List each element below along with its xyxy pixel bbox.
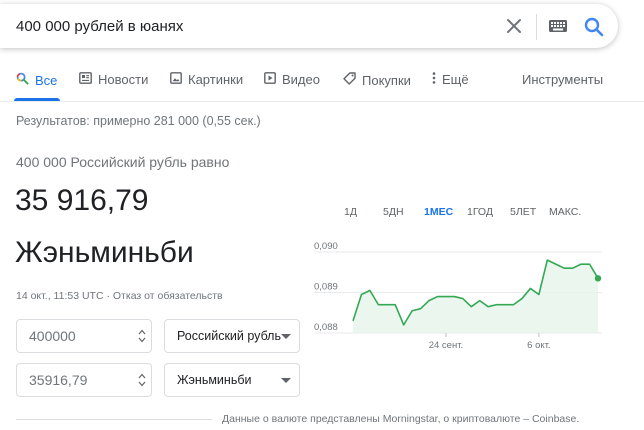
from-amount-field [16, 319, 152, 353]
search-divider [536, 14, 537, 40]
exchange-rate-chart[interactable]: 0,090 0,089 0,088 24 сент. 6 окт. [310, 240, 610, 355]
tab-more[interactable]: Ещё [432, 72, 469, 87]
range-selector: 1Д 5ДН 1МЕС 1ГОД 5ЛЕТ МАКС. [330, 206, 600, 222]
range-5y[interactable]: 5ЛЕТ [510, 206, 536, 218]
range-1y[interactable]: 1ГОД [467, 206, 493, 218]
chart-endpoint [594, 275, 602, 282]
tab-video[interactable]: Видео [264, 72, 320, 87]
stepper-icon[interactable] [137, 371, 147, 389]
range-1d[interactable]: 1Д [344, 206, 357, 218]
timestamp: 14 окт., 11:53 UTC [16, 290, 104, 302]
clear-icon[interactable] [504, 16, 524, 36]
x-tick-label: 24 сент. [429, 340, 463, 351]
image-icon [170, 72, 182, 87]
more-vert-icon [432, 72, 436, 87]
chart-area [353, 260, 598, 333]
y-tick-label: 0,089 [314, 282, 338, 293]
to-amount-input[interactable] [29, 364, 129, 396]
footer-divider [16, 419, 212, 420]
meta-separator: · [106, 290, 110, 302]
keyboard-icon[interactable] [548, 18, 568, 34]
tab-shopping[interactable]: Покупки [343, 72, 411, 88]
from-currency-select[interactable]: Российский рубль [164, 319, 300, 353]
tools-label: Инструменты [522, 72, 604, 87]
stepper-icon[interactable] [137, 327, 147, 345]
tab-label: Картинки [188, 72, 244, 87]
tab-label: Все [35, 72, 58, 88]
tab-label: Новости [98, 72, 149, 87]
to-currency-value: Жэньминьби [177, 373, 252, 387]
conversion-label: 400 000 Российский рубль равно [16, 154, 230, 170]
search-tabs: Все Новости Картинки Видео Покупки Ещё И… [0, 62, 644, 102]
to-currency-select[interactable]: Жэньминьби [164, 363, 300, 397]
to-amount-field [16, 363, 152, 397]
tab-news[interactable]: Новости [79, 72, 148, 87]
result-stats: Результатов: примерно 281 000 (0,55 сек.… [16, 114, 261, 128]
target-currency-name: Жэньминьби [15, 236, 194, 269]
from-currency-value: Российский рубль [177, 329, 281, 343]
range-5d[interactable]: 5ДН [383, 206, 404, 218]
x-tick-label: 6 окт. [527, 340, 550, 351]
tab-label: Видео [282, 72, 320, 87]
tab-images[interactable]: Картинки [170, 72, 243, 87]
search-icon[interactable] [583, 16, 605, 38]
tab-all[interactable]: Все [16, 72, 57, 88]
news-icon [79, 72, 92, 87]
search-input[interactable]: 400 000 рублей в юанях [16, 18, 183, 35]
tab-label: Покупки [362, 72, 411, 88]
data-source-note: Данные о валюте представлены Morningstar… [222, 413, 580, 425]
from-amount-input[interactable] [29, 320, 129, 352]
video-play-icon [264, 72, 276, 87]
range-max[interactable]: МАКС. [549, 206, 581, 218]
chevron-down-icon [281, 378, 291, 383]
disclaimer-link[interactable]: Отказ от обязательств [113, 290, 223, 302]
search-icon [16, 72, 29, 88]
range-1m[interactable]: 1МЕС [424, 206, 453, 218]
search-bar: 400 000 рублей в юанях [0, 4, 618, 48]
chevron-down-icon [281, 334, 291, 339]
tag-icon [343, 72, 356, 88]
conversion-result: 35 916,79 [15, 184, 149, 217]
conversion-meta: 14 окт., 11:53 UTC · Отказ от обязательс… [16, 290, 223, 302]
y-tick-label: 0,088 [314, 322, 338, 333]
tools-button[interactable]: Инструменты [522, 72, 603, 87]
y-tick-label: 0,090 [314, 241, 338, 252]
tab-label: Ещё [442, 72, 469, 87]
active-tab-indicator [14, 98, 60, 101]
